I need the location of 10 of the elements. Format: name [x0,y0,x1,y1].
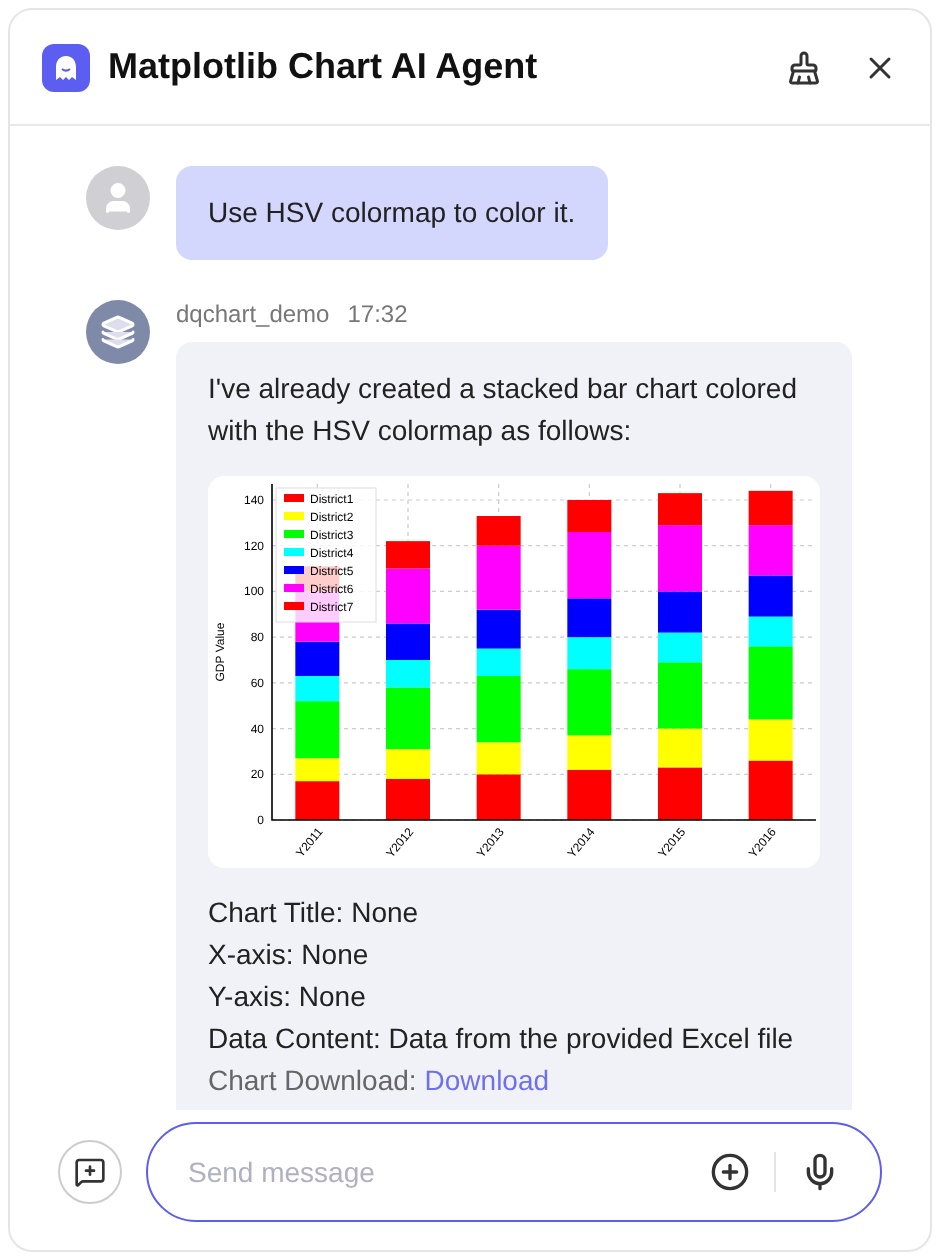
detail-line: Y-axis: None [208,978,368,1016]
detail-line: Data Content: Data from the provided Excel file [208,1020,796,1058]
message-time: 17:32 [347,298,408,332]
message-text: I've already created a stacked bar chart colored with the HSV colormap as follows: [208,370,799,450]
download-label: Chart Download: [208,1062,417,1100]
user-message: Use HSV colormap to color it. [176,166,608,260]
detail-line: X-axis: None [208,936,371,974]
detail-line: Chart Title: None [208,894,421,932]
sender-name: dqchart_demo [176,298,330,332]
window-title: Matplotlib Chart AI Agent [108,44,538,90]
